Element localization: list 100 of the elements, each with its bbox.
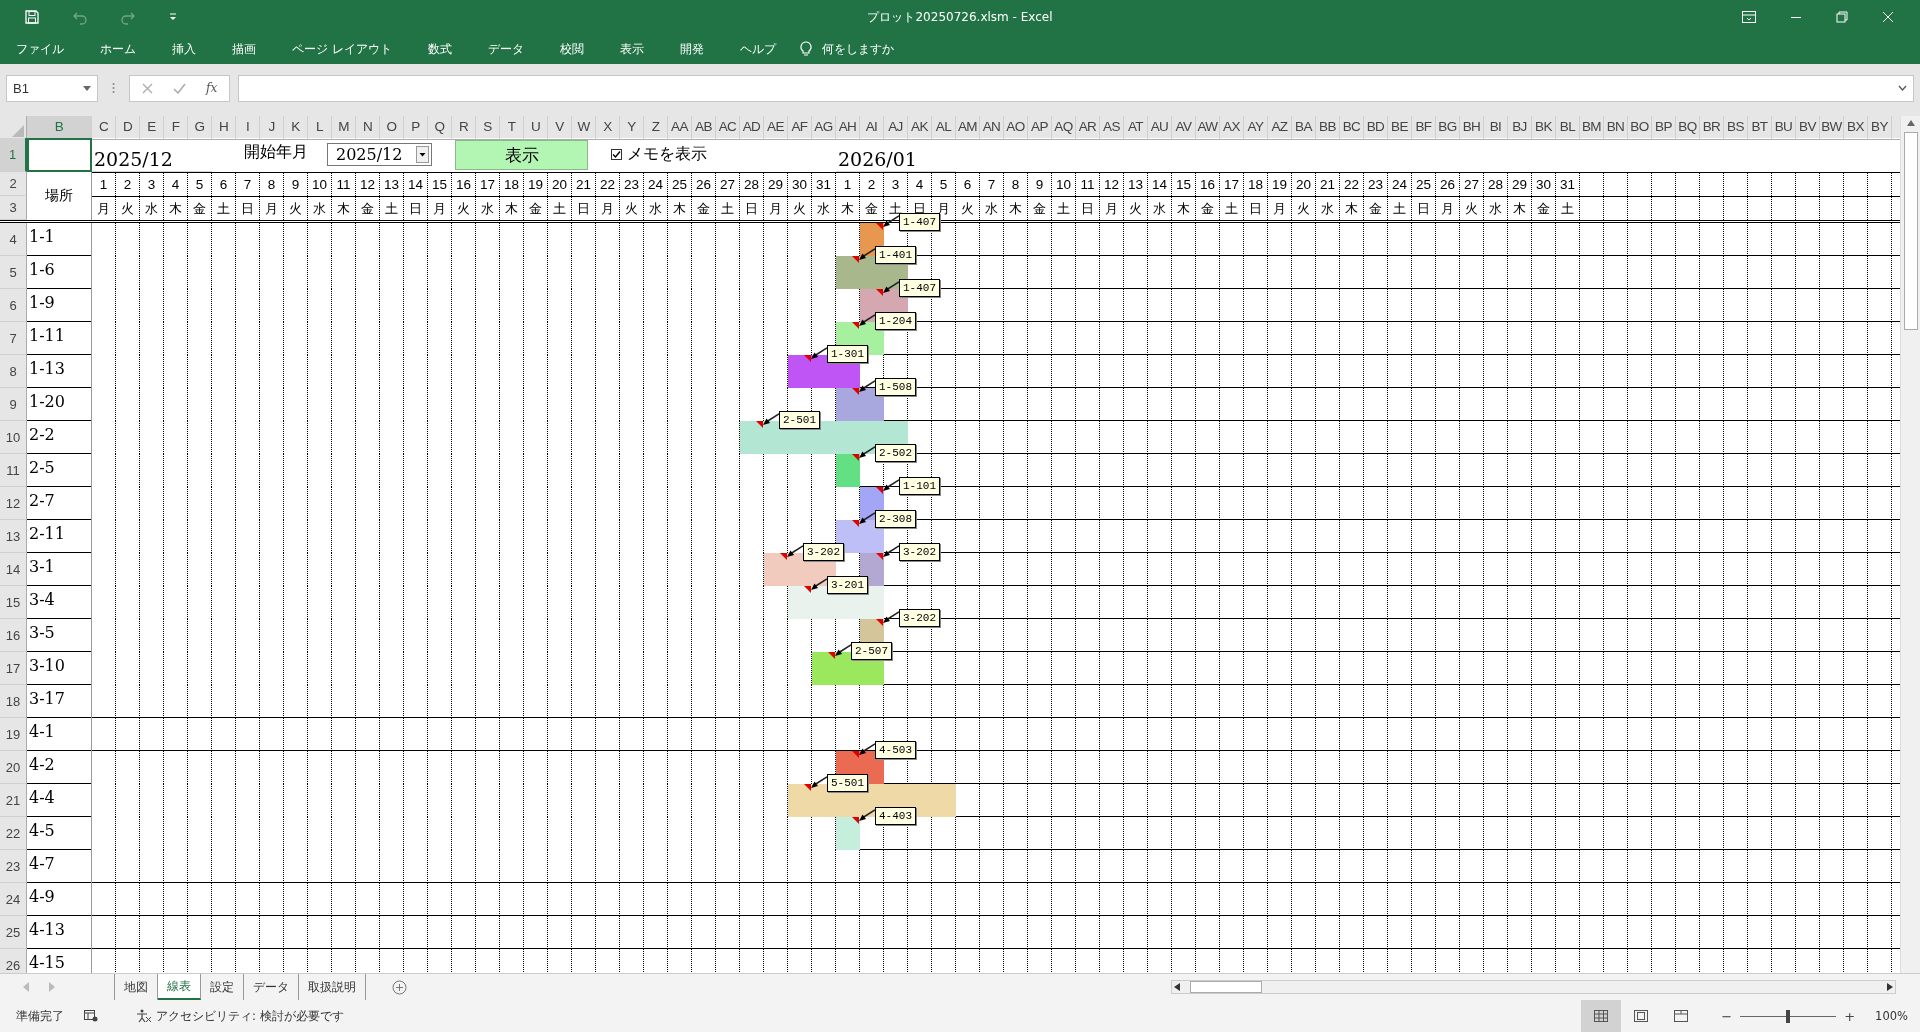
column-header[interactable]: AO: [1004, 116, 1028, 140]
column-header[interactable]: G: [188, 116, 212, 140]
customize-caret-icon[interactable]: [168, 12, 178, 22]
comment-tooltip[interactable]: 1-204: [875, 312, 916, 330]
column-header[interactable]: AC: [716, 116, 740, 140]
selected-cell[interactable]: [27, 138, 92, 172]
column-header[interactable]: BQ: [1676, 116, 1700, 140]
scrollbar-thumb[interactable]: [1903, 132, 1918, 330]
row-header[interactable]: 6: [0, 289, 27, 322]
column-header[interactable]: AX: [1220, 116, 1244, 140]
insert-function-button[interactable]: fx: [206, 81, 218, 95]
column-header[interactable]: BV: [1796, 116, 1820, 140]
comment-tooltip[interactable]: 4-503: [875, 741, 916, 759]
menu-tab[interactable]: 校閲: [552, 37, 591, 61]
vertical-scrollbar[interactable]: [1900, 116, 1920, 973]
column-header[interactable]: BJ: [1508, 116, 1532, 140]
close-icon[interactable]: [1882, 11, 1894, 23]
scrollbar-thumb[interactable]: [1190, 981, 1262, 993]
row-header[interactable]: 2: [0, 172, 27, 196]
column-header[interactable]: BX: [1844, 116, 1868, 140]
zoom-in-button[interactable]: +: [1844, 1008, 1856, 1024]
comment-tooltip[interactable]: 3-201: [827, 576, 868, 594]
column-header[interactable]: M: [332, 116, 356, 140]
column-header[interactable]: Y: [620, 116, 644, 140]
column-header[interactable]: AT: [1124, 116, 1148, 140]
column-header[interactable]: BC: [1340, 116, 1364, 140]
row-header[interactable]: 13: [0, 520, 27, 553]
schedule-cell[interactable]: [788, 784, 812, 817]
row-header[interactable]: 23: [0, 850, 27, 883]
comment-tooltip[interactable]: 2-308: [875, 510, 916, 528]
row-header[interactable]: 11: [0, 454, 27, 487]
row-header[interactable]: 1: [0, 138, 27, 172]
row-header[interactable]: 3: [0, 196, 27, 220]
schedule-cell[interactable]: [788, 355, 812, 388]
name-box[interactable]: B1: [6, 74, 98, 102]
comment-tooltip[interactable]: 5-501: [827, 774, 868, 792]
column-header[interactable]: AF: [788, 116, 812, 140]
column-header[interactable]: AH: [836, 116, 860, 140]
more-icon[interactable]: [112, 82, 115, 94]
row-header[interactable]: 5: [0, 256, 27, 289]
comment-tooltip[interactable]: 1-407: [899, 279, 940, 297]
add-sheet-icon[interactable]: [392, 979, 407, 995]
column-header[interactable]: AM: [956, 116, 980, 140]
accessibility-status[interactable]: アクセシビリティ: 検討が必要です: [156, 1008, 344, 1024]
menu-tab[interactable]: 挿入: [165, 37, 203, 61]
accessibility-icon[interactable]: [136, 1009, 152, 1023]
column-header[interactable]: AU: [1148, 116, 1172, 140]
row-header[interactable]: 4: [0, 223, 27, 256]
schedule-cell[interactable]: [836, 256, 860, 289]
menu-tab[interactable]: 表示: [612, 37, 651, 61]
zoom-level[interactable]: 100%: [1875, 1009, 1908, 1023]
column-header[interactable]: BL: [1556, 116, 1580, 140]
menu-tab[interactable]: ホーム: [93, 37, 143, 61]
column-header[interactable]: AV: [1172, 116, 1196, 140]
column-header[interactable]: D: [116, 116, 140, 140]
comment-tooltip[interactable]: 2-502: [875, 444, 916, 462]
column-header[interactable]: AZ: [1268, 116, 1292, 140]
column-header[interactable]: AP: [1028, 116, 1052, 140]
comment-tooltip[interactable]: 3-202: [899, 609, 940, 627]
comment-tooltip[interactable]: 1-101: [899, 477, 940, 495]
check-icon[interactable]: [173, 82, 186, 94]
schedule-cell[interactable]: [836, 454, 860, 487]
column-header[interactable]: Z: [644, 116, 668, 140]
row-header[interactable]: 12: [0, 487, 27, 520]
row-header[interactable]: 10: [0, 421, 27, 454]
column-header[interactable]: I: [236, 116, 260, 140]
show-memo-checkbox[interactable]: メモを表示: [611, 144, 707, 165]
scroll-up-icon[interactable]: [1906, 120, 1915, 126]
comment-tooltip[interactable]: 3-202: [899, 543, 940, 561]
column-header[interactable]: P: [404, 116, 428, 140]
column-header[interactable]: BA: [1292, 116, 1316, 140]
comment-tooltip[interactable]: 2-507: [851, 642, 892, 660]
column-header[interactable]: N: [356, 116, 380, 140]
menu-tab[interactable]: 数式: [420, 37, 459, 61]
column-header[interactable]: BK: [1532, 116, 1556, 140]
column-header[interactable]: L: [308, 116, 332, 140]
start-month-dropdown[interactable]: 2025/12: [327, 143, 432, 166]
column-header[interactable]: AY: [1244, 116, 1268, 140]
comment-tooltip[interactable]: 1-407: [899, 213, 940, 231]
column-header[interactable]: BN: [1604, 116, 1628, 140]
comment-tooltip[interactable]: 1-508: [875, 378, 916, 396]
schedule-cell[interactable]: [836, 388, 860, 421]
column-header[interactable]: O: [380, 116, 404, 140]
column-header[interactable]: BS: [1724, 116, 1748, 140]
column-header[interactable]: BU: [1772, 116, 1796, 140]
save-icon[interactable]: [24, 9, 40, 25]
schedule-cell[interactable]: [788, 586, 812, 619]
column-header[interactable]: Q: [428, 116, 452, 140]
show-button[interactable]: 表示: [455, 140, 588, 170]
row-header[interactable]: 19: [0, 718, 27, 751]
row-header[interactable]: 26: [0, 949, 27, 973]
formula-input[interactable]: [238, 74, 1914, 102]
schedule-cell[interactable]: [812, 652, 836, 685]
horizontal-scrollbar[interactable]: [1171, 980, 1896, 994]
comment-tooltip[interactable]: 2-501: [779, 411, 820, 429]
schedule-cell[interactable]: [836, 817, 860, 850]
row-header[interactable]: 20: [0, 751, 27, 784]
schedule-cell[interactable]: [764, 553, 788, 586]
sheet-tab[interactable]: 線表: [158, 974, 201, 1000]
menu-tab[interactable]: 描画: [225, 37, 263, 61]
